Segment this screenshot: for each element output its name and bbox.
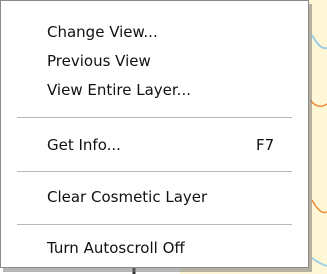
menu-separator bbox=[17, 224, 292, 225]
menu-item-turn-autoscroll-off[interactable]: Turn Autoscroll Off bbox=[1, 235, 308, 261]
context-menu: Change View... Previous View View Entire… bbox=[0, 0, 309, 268]
menu-item-label: Change View... bbox=[47, 23, 158, 41]
menu-item-label: Previous View bbox=[47, 52, 151, 70]
menu-separator bbox=[17, 117, 292, 118]
menu-item-get-info[interactable]: Get Info... F7 bbox=[1, 132, 308, 158]
menu-item-view-entire-layer[interactable]: View Entire Layer... bbox=[1, 77, 308, 103]
menu-item-clear-cosmetic-layer[interactable]: Clear Cosmetic Layer bbox=[1, 184, 308, 210]
menu-item-label: Clear Cosmetic Layer bbox=[47, 188, 208, 206]
menu-item-change-view[interactable]: Change View... bbox=[1, 19, 308, 45]
menu-item-label: View Entire Layer... bbox=[47, 81, 191, 99]
menu-item-label: Get Info... bbox=[47, 136, 121, 154]
menu-item-shortcut: F7 bbox=[256, 136, 275, 154]
menu-separator bbox=[17, 171, 292, 172]
menu-item-previous-view[interactable]: Previous View bbox=[1, 48, 308, 74]
menu-item-label: Turn Autoscroll Off bbox=[47, 239, 185, 257]
